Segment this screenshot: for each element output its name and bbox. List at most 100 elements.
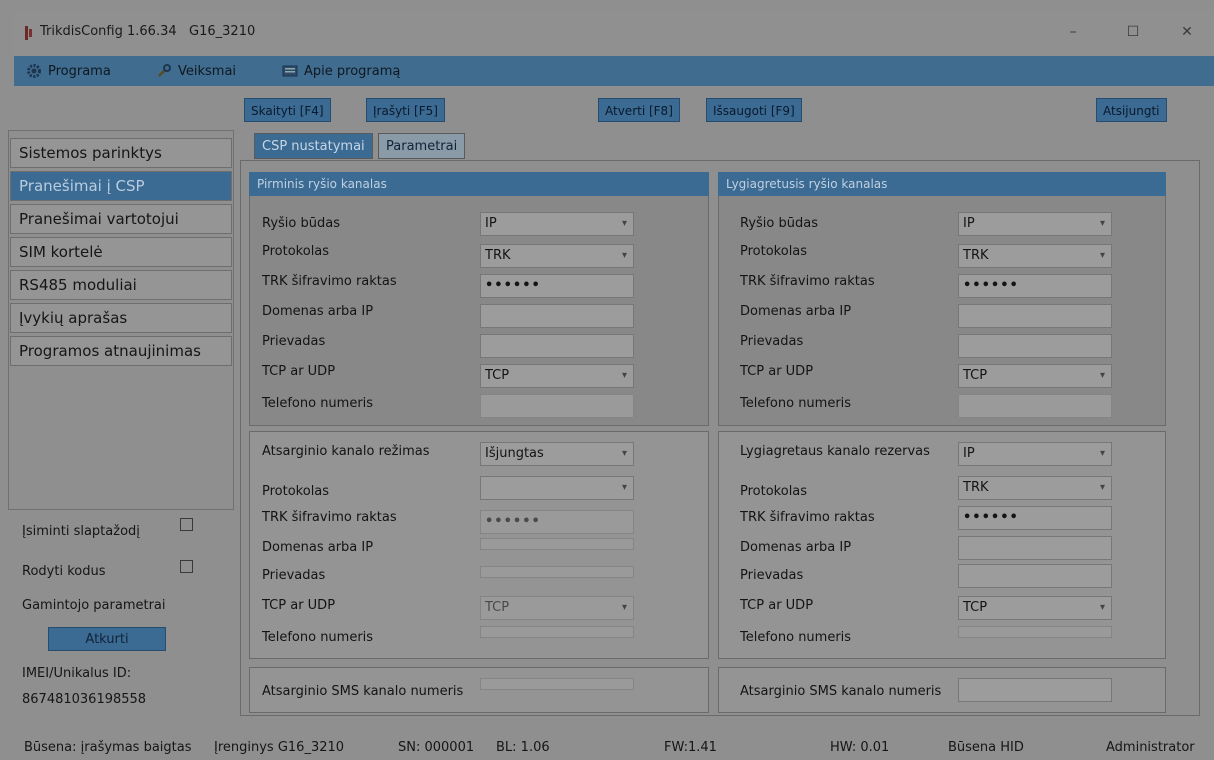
primary-protocol-select[interactable]: TRK [480, 244, 634, 268]
write-button[interactable]: Įrašyti [F5] [366, 98, 445, 122]
status-user: Administrator [1106, 740, 1195, 755]
parallel-backup-port-field[interactable] [958, 564, 1112, 588]
menu-veiksmai[interactable]: Veiksmai [156, 60, 236, 82]
parallel-backup-mode-select[interactable]: IP [958, 442, 1112, 466]
parallel-backup-protocol-label: Protokolas [740, 484, 808, 499]
status-fw: FW:1.41 [664, 740, 717, 755]
show-codes-checkbox[interactable] [180, 560, 193, 573]
primary-protocol-label: Protokolas [262, 244, 330, 259]
primary-domain-label: Domenas arba IP [262, 304, 374, 319]
parallel-port-field[interactable] [958, 334, 1112, 358]
backup-key-label: TRK šifravimo raktas [262, 510, 397, 525]
restore-button[interactable]: Atkurti [48, 627, 166, 651]
primary-tcpudp-select[interactable]: TCP [480, 364, 634, 388]
factory-params-label: Gamintojo parametrai [22, 598, 166, 613]
window-device: G16_3210 [189, 24, 256, 39]
status-sn: SN: 000001 [398, 740, 475, 755]
parallel-domain-label: Domenas arba IP [740, 304, 852, 319]
parallel-backup-key-field[interactable]: •••••• [958, 506, 1112, 530]
primary-phone-field[interactable] [480, 394, 634, 418]
primary-port-field[interactable] [480, 334, 634, 358]
parallel-mode-select[interactable]: IP [958, 212, 1112, 236]
parallel-tcpudp-select[interactable]: TCP [958, 364, 1112, 388]
parallel-protocol-select[interactable]: TRK [958, 244, 1112, 268]
status-bl: BL: 1.06 [496, 740, 550, 755]
backup-tcpudp-label: TCP ar UDP [262, 598, 336, 613]
parallel-tcpudp-label: TCP ar UDP [740, 364, 814, 379]
backup-phone-label: Telefono numeris [262, 630, 374, 645]
primary-key-field[interactable]: •••••• [480, 274, 634, 298]
tab-csp-nustatymai[interactable]: CSP nustatymai [254, 133, 373, 159]
tab-parametrai[interactable]: Parametrai [378, 133, 466, 159]
parallel-backup-tcpudp-label: TCP ar UDP [740, 598, 814, 613]
status-device: Įrenginys G16_3210 [214, 740, 345, 755]
minimize-button[interactable]: – [1058, 20, 1088, 44]
remember-password-label: Įsiminti slaptažodį [22, 524, 140, 539]
status-hw: HW: 0.01 [830, 740, 890, 755]
parallel-channel-title: Lygiagretusis ryšio kanalas [718, 172, 1166, 196]
backup-domain-field[interactable] [480, 538, 634, 550]
backup-key-field[interactable]: •••••• [480, 510, 634, 534]
read-button[interactable]: Skaityti [F4] [244, 98, 331, 122]
app-logo-icon [25, 26, 32, 40]
nav-sistemos-parinktys[interactable]: Sistemos parinktys [10, 138, 232, 168]
nav-ivykiu-aprasas[interactable]: Įvykių aprašas [10, 303, 232, 333]
disconnect-button[interactable]: Atsijungti [1096, 98, 1167, 122]
nav-sim-kortele[interactable]: SIM kortelė [10, 237, 232, 267]
parallel-backup-phone-label: Telefono numeris [740, 630, 852, 645]
backup-port-field[interactable] [480, 566, 634, 578]
parallel-backup-domain-label: Domenas arba IP [740, 540, 852, 555]
parallel-backup-sms-field[interactable] [958, 678, 1112, 702]
backup-sms-label: Atsarginio SMS kanalo numeris [262, 684, 464, 699]
backup-sms-field[interactable] [480, 678, 634, 690]
primary-domain-field[interactable] [480, 304, 634, 328]
parallel-phone-label: Telefono numeris [740, 396, 852, 411]
backup-port-label: Prievadas [262, 568, 326, 583]
window-title: TrikdisConfig 1.66.34 G16_3210 [40, 24, 256, 39]
menu-programa[interactable]: Programa [26, 60, 111, 82]
backup-protocol-label: Protokolas [262, 484, 330, 499]
close-button[interactable]: ✕ [1172, 20, 1202, 44]
parallel-protocol-label: Protokolas [740, 244, 808, 259]
parallel-backup-protocol-select[interactable]: TRK [958, 476, 1112, 500]
primary-channel-panel [249, 172, 709, 426]
tools-icon [158, 64, 171, 77]
backup-mode-select[interactable]: Išjungtas [480, 442, 634, 466]
nav-pranesimai-csp[interactable]: Pranešimai į CSP [10, 171, 232, 201]
parallel-key-field[interactable]: •••••• [958, 274, 1112, 298]
menu-apie-label: Apie programą [304, 63, 401, 79]
open-button[interactable]: Atverti [F8] [598, 98, 680, 122]
nav-rs485-moduliai[interactable]: RS485 moduliai [10, 270, 232, 300]
backup-phone-field[interactable] [480, 626, 634, 638]
backup-domain-label: Domenas arba IP [262, 540, 374, 555]
status-state: Būsena: įrašymas baigtas [24, 740, 192, 755]
parallel-mode-label: Ryšio būdas [740, 216, 818, 231]
remember-password-checkbox[interactable] [180, 518, 193, 531]
nav-programos-atnaujinimas[interactable]: Programos atnaujinimas [10, 336, 232, 366]
parallel-backup-port-label: Prievadas [740, 568, 804, 583]
backup-protocol-select[interactable] [480, 476, 634, 500]
backup-mode-label: Atsarginio kanalo režimas [262, 444, 430, 459]
backup-tcpudp-select[interactable]: TCP [480, 596, 634, 620]
parallel-port-label: Prievadas [740, 334, 804, 349]
maximize-button[interactable]: ☐ [1118, 20, 1148, 44]
imei-label: IMEI/Unikalus ID: [22, 666, 132, 681]
parallel-backup-phone-field[interactable] [958, 626, 1112, 638]
primary-mode-select[interactable]: IP [480, 212, 634, 236]
menu-programa-label: Programa [48, 63, 111, 79]
nav-pranesimai-vartotojui[interactable]: Pranešimai vartotojui [10, 204, 232, 234]
parallel-key-label: TRK šifravimo raktas [740, 274, 875, 289]
primary-phone-label: Telefono numeris [262, 396, 374, 411]
parallel-backup-domain-field[interactable] [958, 536, 1112, 560]
menu-apie[interactable]: Apie programą [282, 60, 400, 82]
parallel-domain-field[interactable] [958, 304, 1112, 328]
save-button[interactable]: Išsaugoti [F9] [706, 98, 802, 122]
parallel-backup-mode-label: Lygiagretaus kanalo rezervas [740, 444, 930, 459]
menu-veiksmai-label: Veiksmai [178, 63, 237, 79]
parallel-phone-field[interactable] [958, 394, 1112, 418]
primary-tcpudp-label: TCP ar UDP [262, 364, 336, 379]
primary-key-label: TRK šifravimo raktas [262, 274, 397, 289]
parallel-backup-key-label: TRK šifravimo raktas [740, 510, 875, 525]
parallel-backup-tcpudp-select[interactable]: TCP [958, 596, 1112, 620]
show-codes-label: Rodyti kodus [22, 564, 106, 579]
